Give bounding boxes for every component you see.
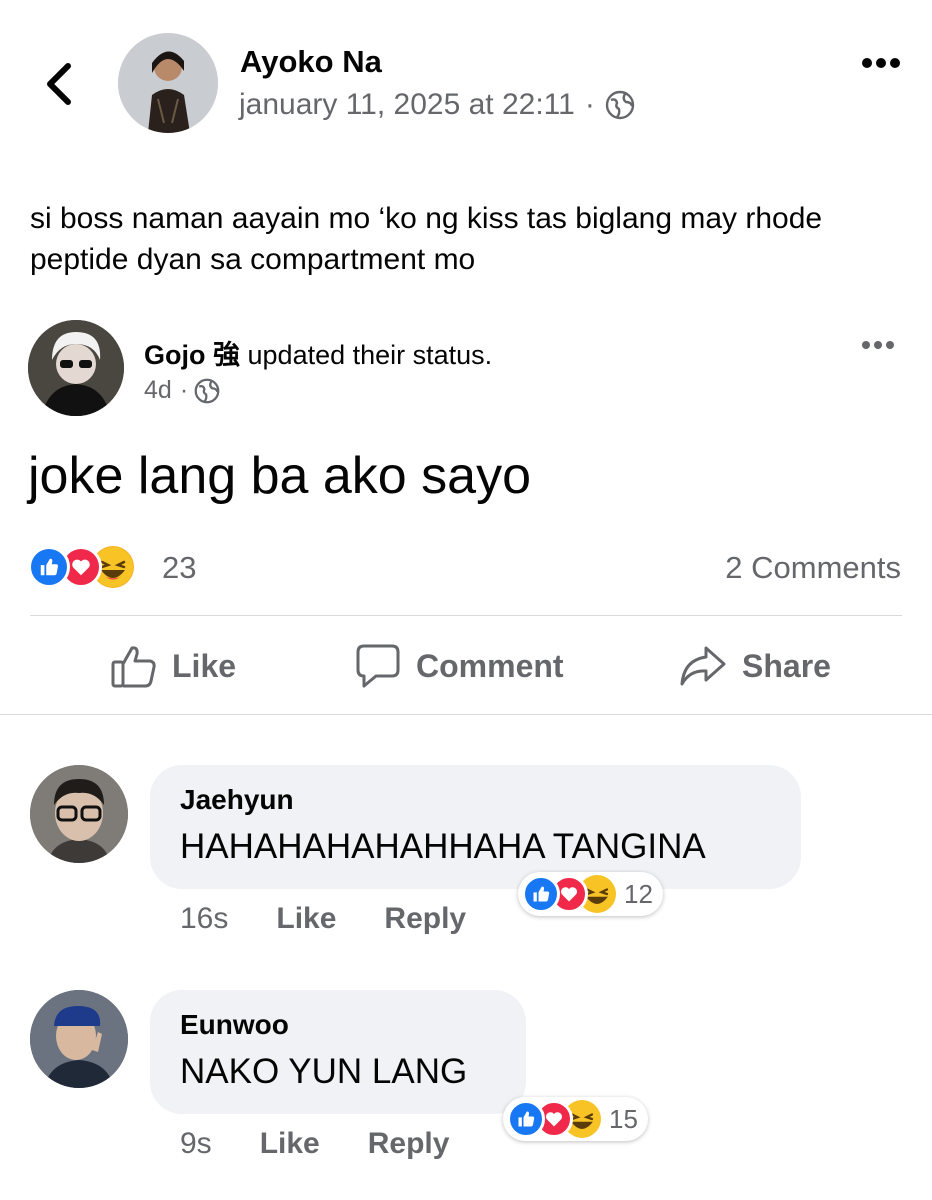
like-reaction-icon — [507, 1100, 545, 1138]
shared-more-options-icon[interactable] — [862, 341, 894, 349]
share-button-label: Share — [742, 647, 831, 684]
avatar-image — [28, 320, 124, 416]
meta-separator: · — [179, 376, 189, 404]
avatar-image — [30, 765, 128, 863]
like-button[interactable]: Like — [110, 642, 236, 690]
comment-button[interactable]: Comment — [354, 642, 564, 690]
comment-like-button[interactable]: Like — [260, 1127, 320, 1161]
comment-reactions[interactable]: 15 — [503, 1097, 648, 1141]
author-avatar[interactable] — [118, 33, 218, 133]
post-text: si boss naman aayain mo ‘ko ng kiss tas … — [30, 202, 823, 276]
comment-text: NAKO YUN LANG — [180, 1052, 468, 1091]
comment-time[interactable]: 16s — [180, 902, 228, 936]
like-reaction-icon — [522, 875, 560, 913]
comment-reply-button[interactable]: Reply — [368, 1127, 450, 1161]
comment-bubble-icon — [356, 644, 400, 688]
comment-count[interactable]: 2 Comments — [725, 550, 901, 586]
comment-reaction-count: 12 — [624, 878, 653, 909]
comment-like-button[interactable]: Like — [276, 902, 336, 936]
comment-button-label: Comment — [416, 647, 564, 684]
divider — [30, 615, 902, 616]
shared-author-name[interactable]: Gojo 強 — [144, 340, 240, 370]
like-button-label: Like — [172, 647, 237, 684]
comment-reply-button[interactable]: Reply — [384, 902, 466, 936]
globe-icon — [194, 378, 220, 403]
comment-bubble[interactable]: Eunwoo NAKO YUN LANG — [150, 990, 526, 1114]
comment-text: HAHAHAHAHAHHAHA TANGINA — [180, 827, 706, 866]
comment-reactions[interactable]: 12 — [518, 872, 663, 916]
comment-reaction-count: 15 — [609, 1103, 638, 1134]
commenter-name[interactable]: Jaehyun — [180, 783, 771, 817]
commenter-avatar[interactable] — [30, 765, 128, 863]
back-button[interactable] — [38, 60, 78, 108]
like-reaction-icon — [28, 546, 70, 588]
author-name[interactable]: Ayoko Na — [240, 44, 382, 80]
share-arrow-icon — [680, 646, 726, 686]
more-options-icon[interactable] — [862, 58, 900, 68]
meta-separator: · — [584, 88, 595, 121]
section-divider — [0, 714, 932, 715]
globe-icon — [605, 90, 635, 120]
share-button[interactable]: Share — [678, 642, 831, 690]
avatar-image — [30, 990, 128, 1088]
shared-author-avatar[interactable] — [28, 320, 124, 416]
comment-time[interactable]: 9s — [180, 1127, 212, 1161]
post-timestamp[interactable]: january 11, 2025 at 22:11 — [239, 88, 575, 122]
commenter-avatar[interactable] — [30, 990, 128, 1088]
shared-post-time[interactable]: 4d — [144, 376, 172, 405]
shared-post-meta: 4d · — [144, 376, 220, 405]
shared-action-text: updated their status. — [247, 340, 493, 370]
avatar-image — [118, 33, 218, 133]
shared-post-header: Gojo 強 updated their status. — [144, 333, 492, 372]
comment-bubble[interactable]: Jaehyun HAHAHAHAHAHHAHA TANGINA — [150, 765, 801, 889]
reaction-count[interactable]: 23 — [162, 550, 196, 586]
commenter-name[interactable]: Eunwoo — [180, 1008, 496, 1042]
comment-footer: 16s Like Reply — [180, 902, 514, 936]
chevron-left-icon — [47, 63, 71, 105]
post-meta: january 11, 2025 at 22:11 · — [239, 88, 635, 122]
reaction-summary[interactable] — [28, 546, 158, 590]
thumbs-up-icon — [111, 646, 156, 688]
status-text: joke lang ba ako sayo — [28, 447, 532, 505]
comment-footer: 9s Like Reply — [180, 1127, 497, 1161]
